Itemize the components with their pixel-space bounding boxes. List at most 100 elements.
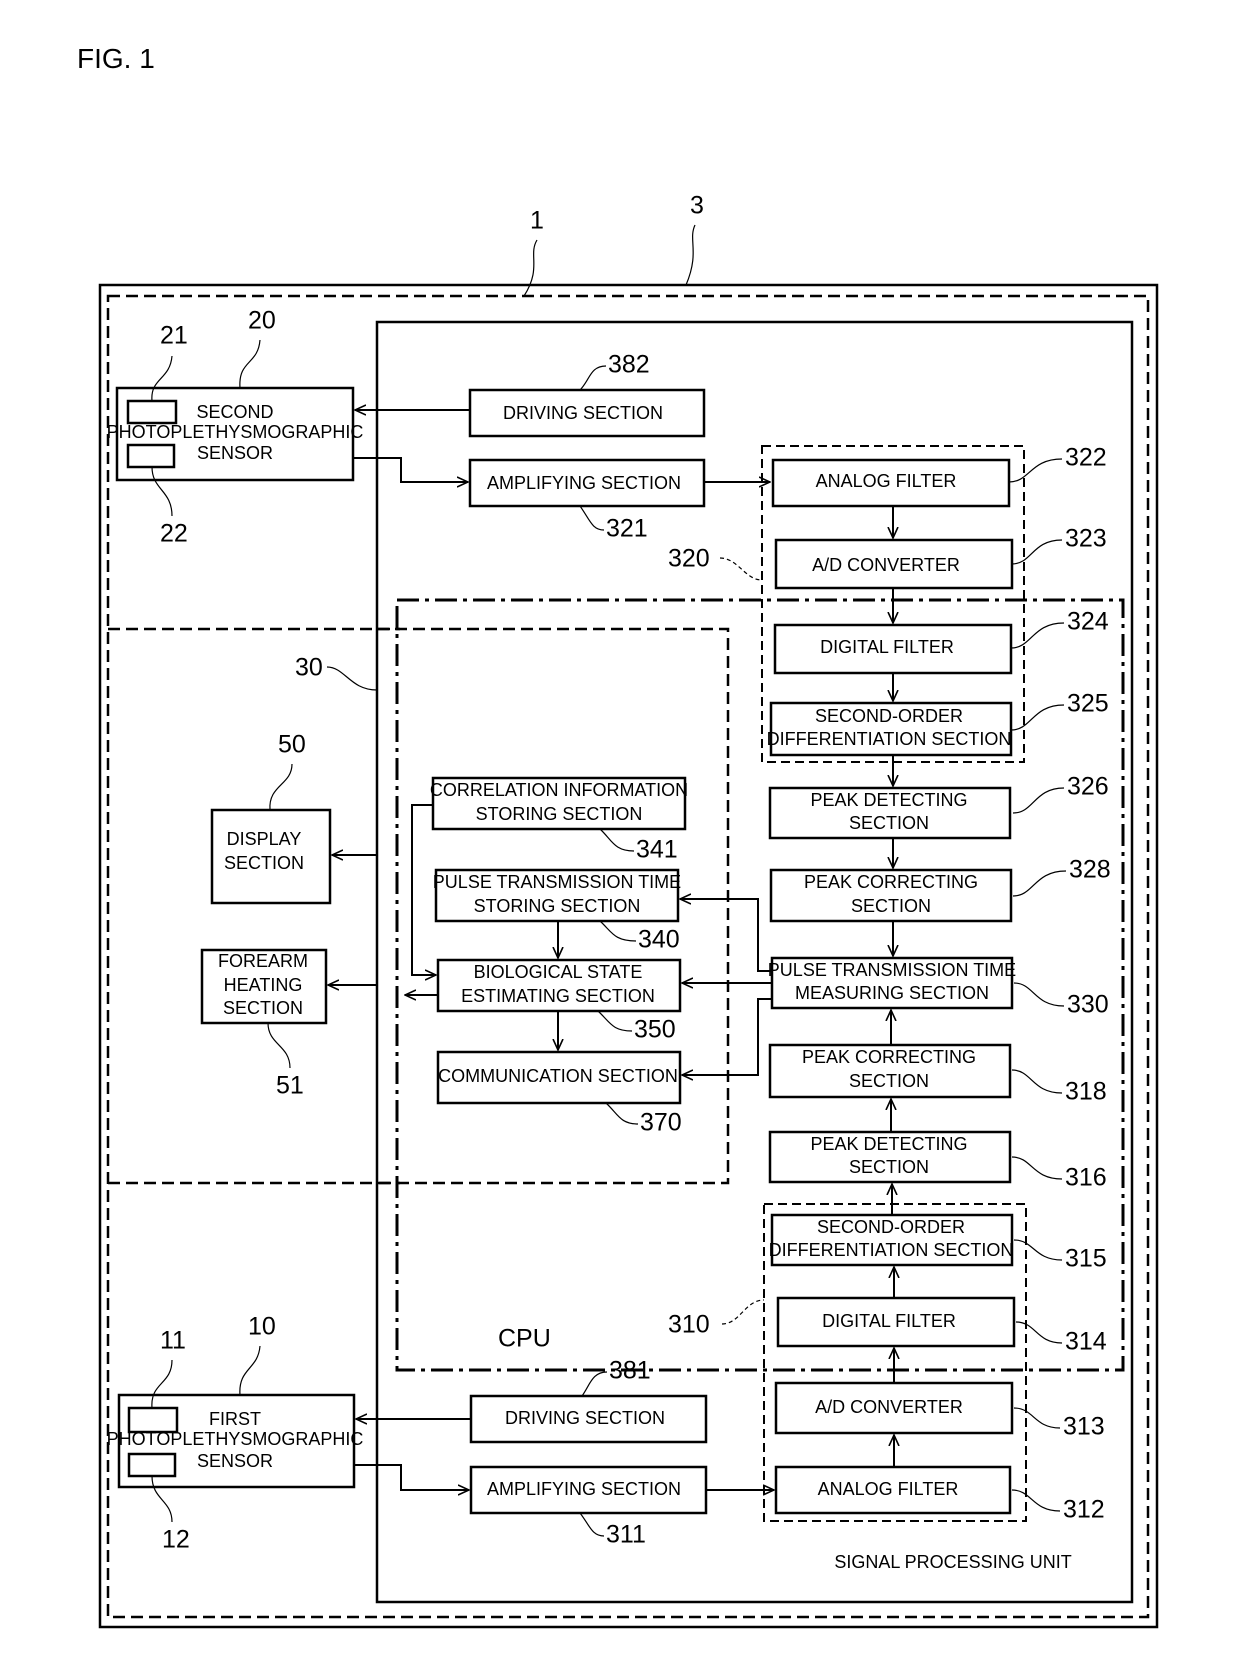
ref-314: 314	[1065, 1328, 1107, 1356]
cpu-label: CPU	[498, 1325, 551, 1353]
digital-filter-314: DIGITAL FILTER	[776, 1296, 1016, 1348]
leader-328	[1012, 870, 1067, 897]
communication-section-370: COMMUNICATION SECTION	[436, 1050, 682, 1105]
leader-323	[1011, 539, 1063, 565]
display-section-50: DISPLAY SECTION	[210, 808, 332, 905]
label-line: PHOTOPLETHYSMOGRAPHIC	[107, 422, 364, 442]
analog-filter-312: ANALOG FILTER	[774, 1465, 1012, 1515]
leader-311	[579, 1512, 605, 1537]
label: DRIVING SECTION	[505, 1408, 665, 1428]
ref-315: 315	[1065, 1245, 1107, 1273]
figure-title: FIG. 1	[77, 43, 155, 74]
first-photoplethysmographic-sensor: FIRST PHOTOPLETHYSMOGRAPHIC SENSOR	[107, 1393, 364, 1489]
label-line: SENSOR	[197, 1451, 273, 1471]
ref-324: 324	[1067, 608, 1109, 636]
ref-382: 382	[608, 351, 650, 379]
label: COMMUNICATION SECTION	[438, 1066, 678, 1086]
label-line: PEAK CORRECTING	[802, 1047, 976, 1067]
label-line: SECTION	[849, 813, 929, 833]
leader-340	[599, 920, 637, 942]
label-line: DISPLAY	[227, 829, 302, 849]
leader-350	[597, 1010, 633, 1032]
leader-370	[605, 1102, 639, 1125]
label: ANALOG FILTER	[816, 471, 957, 491]
ref-12: 12	[162, 1526, 190, 1554]
label-line: PEAK DETECTING	[810, 1134, 967, 1154]
ref-330: 330	[1067, 991, 1109, 1019]
label-line: SECTION	[849, 1157, 929, 1177]
ref-50: 50	[278, 731, 306, 759]
ref-322: 322	[1065, 444, 1107, 472]
label-line: PHOTOPLETHYSMOGRAPHIC	[107, 1429, 364, 1449]
label-line: SECTION	[849, 1071, 929, 1091]
driving-section-381: DRIVING SECTION	[469, 1394, 708, 1444]
forearm-heating-section-51: FOREARM HEATING SECTION	[200, 948, 328, 1025]
label-line: ESTIMATING SECTION	[461, 986, 655, 1006]
ref-51: 51	[276, 1072, 304, 1100]
label: A/D CONVERTER	[815, 1397, 963, 1417]
label: DRIVING SECTION	[503, 403, 663, 423]
leader-322	[1008, 458, 1063, 483]
ref-326: 326	[1067, 773, 1109, 801]
leader-3	[685, 224, 696, 286]
arrow-330-to-340	[680, 899, 772, 972]
ref-381: 381	[609, 1357, 651, 1385]
arrow-sensor2-to-amp	[353, 457, 468, 482]
ad-converter-313: A/D CONVERTER	[774, 1381, 1014, 1435]
peak-detecting-326: PEAK DETECTING SECTION	[768, 786, 1012, 840]
ref-10: 10	[248, 1313, 276, 1341]
peak-correcting-318: PEAK CORRECTING SECTION	[768, 1043, 1012, 1099]
label-line: HEATING	[224, 975, 303, 995]
label-line: PEAK DETECTING	[810, 790, 967, 810]
label-line: SECTION	[223, 998, 303, 1018]
label-line: CORRELATION INFORMATION	[430, 780, 688, 800]
ptt-storing-340: PULSE TRANSMISSION TIME STORING SECTION	[433, 868, 681, 923]
ref-320: 320	[668, 545, 710, 573]
peak-detecting-316: PEAK DETECTING SECTION	[768, 1130, 1012, 1184]
label: A/D CONVERTER	[812, 555, 960, 575]
ref-340: 340	[638, 926, 680, 954]
ref-1: 1	[530, 207, 544, 235]
arrow-sensor1-to-amp	[354, 1464, 469, 1490]
ref-321: 321	[606, 515, 648, 543]
ref-341: 341	[636, 836, 678, 864]
correlation-information-storing-341: CORRELATION INFORMATION STORING SECTION	[430, 776, 688, 831]
leader-381	[581, 1371, 608, 1397]
label: ANALOG FILTER	[818, 1479, 959, 1499]
ref-312: 312	[1063, 1496, 1105, 1524]
peak-correcting-328: PEAK CORRECTING SECTION	[769, 868, 1013, 923]
label: DIGITAL FILTER	[820, 637, 954, 657]
leader-30	[326, 666, 378, 691]
block-diagram: FIG. 1 1 3 SECOND PHOTOPLETHYSMOGRAPHIC …	[77, 43, 1159, 1629]
leader-341	[599, 828, 635, 852]
leader-20	[239, 339, 261, 389]
label-line: DIFFERENTIATION SECTION	[767, 729, 1012, 749]
ref-316: 316	[1065, 1164, 1107, 1192]
leader-10	[239, 1345, 261, 1396]
leader-325	[1010, 704, 1065, 731]
sensor-element-12	[127, 1452, 177, 1478]
leader-382	[579, 365, 607, 391]
ref-22: 22	[160, 520, 188, 548]
label-line: PULSE TRANSMISSION TIME	[433, 872, 681, 892]
leader-321	[579, 505, 605, 531]
ref-370: 370	[640, 1109, 682, 1137]
leader-312	[1011, 1489, 1061, 1512]
leader-320	[719, 557, 763, 581]
leader-1	[523, 239, 538, 297]
second-photoplethysmographic-sensor: SECOND PHOTOPLETHYSMOGRAPHIC SENSOR	[107, 386, 364, 482]
leader-50	[269, 763, 293, 811]
second-order-differentiation-325: SECOND-ORDER DIFFERENTIATION SECTION	[767, 701, 1013, 757]
leader-326	[1012, 787, 1065, 814]
ref-323: 323	[1065, 525, 1107, 553]
label: AMPLIFYING SECTION	[487, 1479, 681, 1499]
sensor-element-22	[126, 443, 176, 469]
ref-3: 3	[690, 192, 704, 220]
analog-filter-322: ANALOG FILTER	[771, 458, 1011, 508]
label: AMPLIFYING SECTION	[487, 473, 681, 493]
ref-30: 30	[295, 654, 323, 682]
leader-330	[1013, 982, 1065, 1007]
ref-350: 350	[634, 1016, 676, 1044]
ref-11: 11	[160, 1327, 186, 1355]
label-line: SECTION	[851, 896, 931, 916]
